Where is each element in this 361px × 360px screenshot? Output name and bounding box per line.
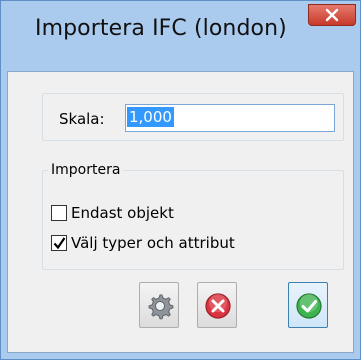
ok-check-icon [296, 293, 322, 319]
close-button[interactable] [308, 4, 356, 26]
settings-button[interactable] [139, 282, 179, 328]
option-endast-objekt[interactable]: Endast objekt [51, 204, 174, 222]
title-bar[interactable]: Importera IFC (london) [1, 1, 360, 71]
dialog-body: Skala: 1,000 Importera Endast objekt Väl… [7, 71, 354, 353]
option-valj-typer[interactable]: Välj typer och attribut [51, 234, 235, 252]
cancel-icon [205, 293, 231, 319]
endast-objekt-label: Endast objekt [71, 204, 174, 222]
close-icon [325, 8, 339, 22]
scale-group: Skala: 1,000 [42, 93, 344, 141]
window-title: Importera IFC (london) [35, 16, 287, 41]
scale-value[interactable]: 1,000 [127, 107, 174, 127]
checkmark-icon [53, 237, 66, 250]
cancel-button[interactable] [197, 282, 237, 328]
ok-button[interactable] [288, 282, 328, 328]
valj-typer-checkbox[interactable] [51, 235, 67, 251]
settings-gear-icon [148, 294, 174, 320]
endast-objekt-checkbox[interactable] [51, 205, 67, 221]
scale-label: Skala: [59, 110, 105, 128]
dialog-window: Importera IFC (london) Skala: 1,000 Impo… [0, 0, 361, 360]
valj-typer-label: Välj typer och attribut [71, 234, 235, 252]
import-group-legend: Importera [48, 162, 124, 178]
